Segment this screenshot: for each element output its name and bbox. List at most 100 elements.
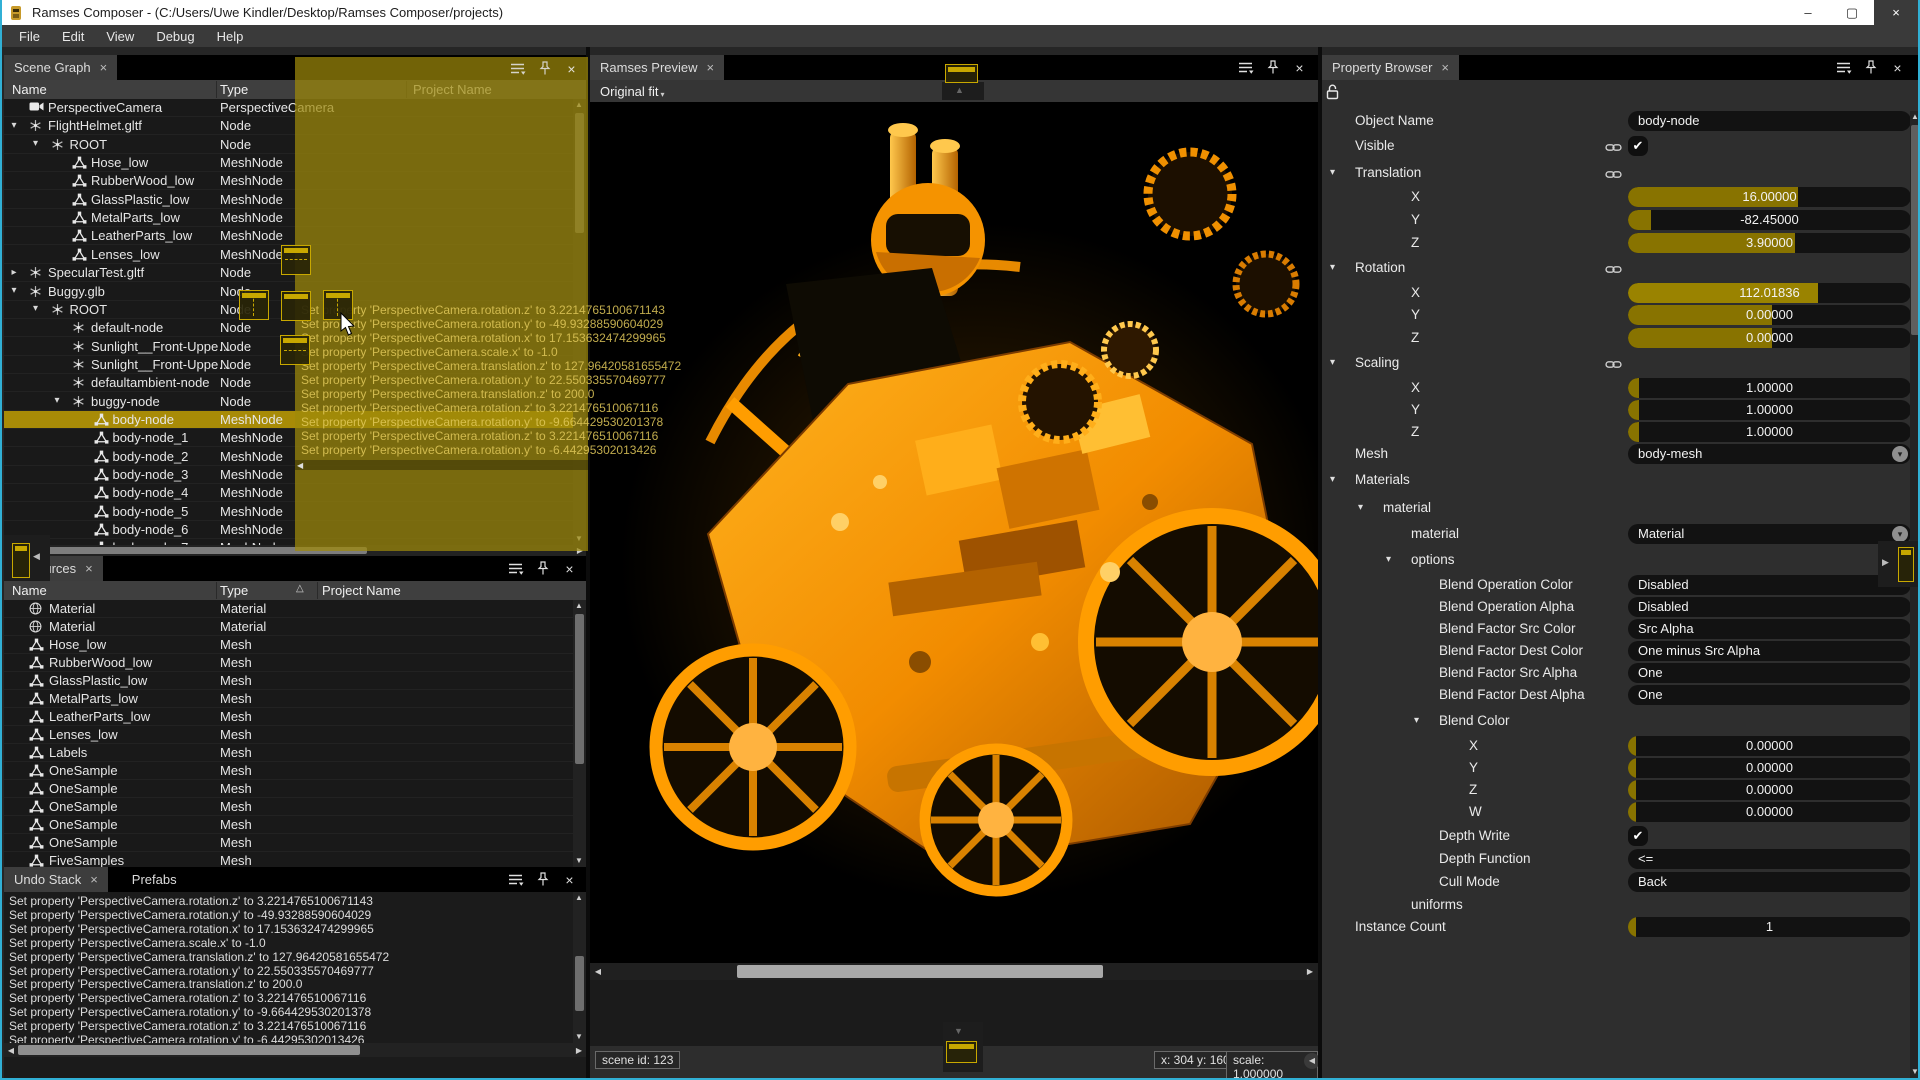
undo-log-line[interactable]: Set property 'PerspectiveCamera.rotation… [9, 1033, 364, 1043]
slider-y[interactable]: 0.00000 [1628, 305, 1911, 325]
undo-log-line[interactable]: Set property 'PerspectiveCamera.rotation… [9, 964, 374, 978]
undo-log-line[interactable]: Set property 'PerspectiveCamera.rotation… [9, 991, 366, 1005]
column-type[interactable]: Type [220, 583, 248, 598]
checkbox-depth-write[interactable]: ✔ [1628, 826, 1648, 846]
undo-hscrollbar[interactable]: ◀ ▶ [4, 1043, 586, 1057]
chevron-down-icon[interactable]: ▾ [7, 119, 21, 133]
dock-indicator-center[interactable] [281, 291, 311, 321]
resource-row-OneSample[interactable]: OneSampleMesh [4, 762, 586, 780]
tab-ramses-preview[interactable]: Ramses Preview× [590, 55, 724, 80]
chevron-down-icon[interactable]: ▾ [50, 394, 64, 408]
undo-log-line[interactable]: Set property 'PerspectiveCamera.rotation… [9, 908, 371, 922]
resource-row-Material[interactable]: MaterialMaterial [4, 600, 586, 618]
menu-debug[interactable]: Debug [145, 25, 205, 47]
chevron-down-icon[interactable]: ▾ [1358, 502, 1363, 513]
link-icon[interactable] [1605, 140, 1622, 158]
menu-edit[interactable]: Edit [51, 25, 95, 47]
tab-undo-stack[interactable]: Undo Stack× [4, 867, 108, 892]
close-button[interactable]: × [1874, 0, 1918, 25]
dock-indicator-bottom[interactable] [280, 335, 310, 365]
preview-hscrollbar[interactable]: ◀ ▶ [590, 963, 1318, 980]
tab-close-icon[interactable]: × [100, 60, 108, 75]
preview-viewport[interactable] [590, 102, 1318, 963]
resource-row-LeatherParts_low[interactable]: LeatherParts_lowMesh [4, 708, 586, 726]
tab-close-icon[interactable]: × [707, 60, 715, 75]
resource-row-OneSample[interactable]: OneSampleMesh [4, 816, 586, 834]
splitter[interactable] [1318, 47, 1322, 1078]
dock-indicator-edge-left[interactable] [12, 543, 30, 578]
sort-indicator-icon[interactable]: △ [296, 583, 304, 594]
menu-icon[interactable] [1237, 60, 1254, 75]
menu-icon[interactable] [507, 872, 524, 887]
resource-row-OneSample[interactable]: OneSampleMesh [4, 798, 586, 816]
undo-log-line[interactable]: Set property 'PerspectiveCamera.rotation… [9, 922, 374, 936]
slider-x[interactable]: 16.00000 [1628, 187, 1911, 207]
field-mesh[interactable]: body-mesh▾ [1628, 444, 1911, 464]
resource-row-Material[interactable]: MaterialMaterial [4, 618, 586, 636]
column-divider[interactable] [317, 582, 318, 599]
close-icon[interactable]: × [561, 872, 578, 887]
chevron-down-icon[interactable]: ▾ [1330, 167, 1335, 178]
dropdown-arrow-icon[interactable]: ▾ [1892, 526, 1908, 542]
chevron-down-icon[interactable]: ▾ [7, 284, 21, 298]
close-icon[interactable]: × [1291, 60, 1308, 75]
resource-row-MetalParts_low[interactable]: MetalParts_lowMesh [4, 690, 586, 708]
slider-w[interactable]: 0.00000 [1628, 802, 1911, 822]
column-divider[interactable] [216, 582, 217, 599]
resource-row-OneSample[interactable]: OneSampleMesh [4, 834, 586, 852]
undo-log-line[interactable]: Set property 'PerspectiveCamera.translat… [9, 977, 302, 991]
resource-row-Hose_low[interactable]: Hose_lowMesh [4, 636, 586, 654]
field-blend-operation-alpha[interactable]: Disabled [1628, 597, 1911, 617]
dock-indicator-edge-right[interactable] [1898, 547, 1914, 582]
field-cull-mode[interactable]: Back [1628, 872, 1911, 892]
property-vscrollbar[interactable]: ▲ ▼ [1910, 111, 1920, 1078]
undo-log-line[interactable]: Set property 'PerspectiveCamera.rotation… [9, 1005, 371, 1019]
resource-row-Labels[interactable]: LabelsMesh [4, 744, 586, 762]
chevron-down-icon[interactable]: ▾ [1330, 357, 1335, 368]
maximize-button[interactable]: ▢ [1830, 0, 1874, 25]
tab-prefabs[interactable]: Prefabs [122, 867, 187, 892]
close-icon[interactable]: × [561, 561, 578, 576]
undo-vscrollbar[interactable]: ▲ ▼ [573, 892, 586, 1043]
slider-z[interactable]: 3.90000 [1628, 233, 1911, 253]
chevron-down-icon[interactable]: ▾ [1330, 262, 1335, 273]
slider-x[interactable]: 0.00000 [1628, 736, 1911, 756]
column-project-name[interactable]: Project Name [322, 583, 401, 598]
chevron-down-icon[interactable]: ▾ [29, 302, 43, 316]
column-divider[interactable] [216, 81, 217, 98]
undo-log-line[interactable]: Set property 'PerspectiveCamera.rotation… [9, 1019, 366, 1033]
field-material[interactable]: Material▾ [1628, 524, 1911, 544]
slider-instance-count[interactable]: 1 [1628, 917, 1911, 937]
menu-icon[interactable] [507, 561, 524, 576]
menu-view[interactable]: View [95, 25, 145, 47]
dock-indicator-edge-top[interactable] [945, 64, 978, 83]
chevron-down-icon[interactable]: ▾ [1386, 554, 1391, 565]
slider-y[interactable]: -82.45000 [1628, 210, 1911, 230]
field-object-name[interactable]: body-node [1628, 111, 1911, 131]
chevron-down-icon[interactable]: ▾ [1330, 474, 1335, 485]
slider-x[interactable]: 112.01836 [1628, 283, 1911, 303]
resource-row-FiveSamples[interactable]: FiveSamplesMesh [4, 852, 586, 867]
slider-z[interactable]: 1.00000 [1628, 422, 1911, 442]
checkbox-visible[interactable]: ✔ [1628, 136, 1648, 156]
slider-z[interactable]: 0.00000 [1628, 780, 1911, 800]
link-icon[interactable] [1605, 357, 1622, 375]
menu-help[interactable]: Help [206, 25, 255, 47]
dock-indicator-left[interactable] [239, 290, 269, 320]
pin-icon[interactable] [534, 872, 551, 887]
dock-indicator-top[interactable] [281, 245, 311, 275]
field-blend-factor-src-alpha[interactable]: One [1628, 663, 1911, 683]
dropdown-arrow-icon[interactable]: ▾ [1892, 446, 1908, 462]
resources-header[interactable]: Name Type △ Project Name [4, 581, 586, 600]
chevron-down-icon[interactable]: ▾ [1414, 715, 1419, 726]
link-icon[interactable] [1605, 262, 1622, 280]
zoom-mode-dropdown[interactable]: Original fit [600, 84, 659, 99]
undo-log-line[interactable]: Set property 'PerspectiveCamera.translat… [9, 950, 389, 964]
tab-close-icon[interactable]: × [90, 872, 98, 887]
undo-log-line[interactable]: Set property 'PerspectiveCamera.scale.x'… [9, 936, 266, 950]
field-blend-factor-dest-color[interactable]: One minus Src Alpha [1628, 641, 1911, 661]
pin-icon[interactable] [534, 561, 551, 576]
resource-row-Lenses_low[interactable]: Lenses_lowMesh [4, 726, 586, 744]
field-blend-operation-color[interactable]: Disabled [1628, 575, 1911, 595]
resource-row-GlassPlastic_low[interactable]: GlassPlastic_lowMesh [4, 672, 586, 690]
